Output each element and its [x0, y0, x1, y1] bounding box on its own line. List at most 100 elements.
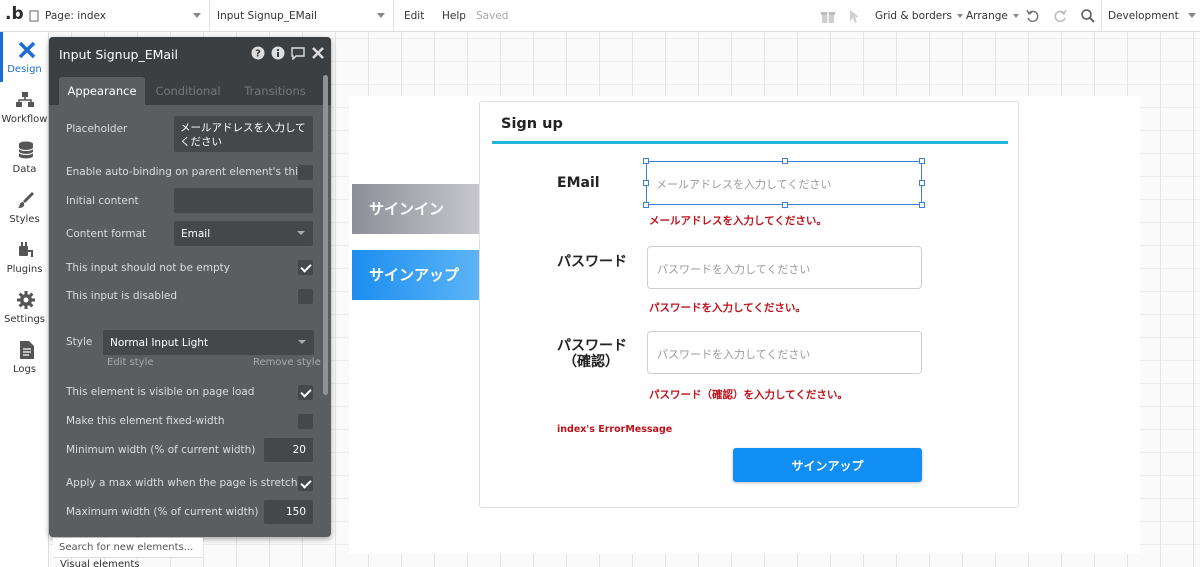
style-label: Style	[66, 336, 93, 348]
resize-handle[interactable]	[919, 180, 925, 186]
nav-workflow-label: Workflow	[1, 114, 48, 125]
help-menu[interactable]: Help	[442, 0, 466, 32]
initial-content-label: Initial content	[66, 195, 139, 207]
min-width-field[interactable]: 20	[264, 438, 313, 462]
gear-icon	[17, 291, 35, 309]
database-icon	[18, 141, 34, 159]
confirm-label: パスワード	[557, 338, 627, 354]
content-format-dropdown[interactable]: Email	[174, 221, 313, 246]
design-icon	[18, 41, 36, 59]
arrange-menu[interactable]: Arrange	[966, 0, 1019, 32]
visible-checkbox[interactable]	[298, 385, 313, 400]
resize-handle[interactable]	[643, 180, 649, 186]
page-select[interactable]: Page: index	[22, 0, 210, 32]
signup-side-button[interactable]: サインアップ	[352, 250, 479, 300]
redo-icon[interactable]	[1052, 8, 1068, 24]
info-icon[interactable]	[271, 46, 285, 60]
content-format-label: Content format	[66, 228, 147, 240]
resize-handle[interactable]	[643, 158, 649, 164]
autobinding-checkbox[interactable]	[298, 165, 313, 180]
chevron-down-icon	[193, 13, 201, 18]
nav-plugins[interactable]: Plugins	[0, 232, 49, 282]
tab-appearance[interactable]: Appearance	[59, 77, 145, 105]
resize-handle[interactable]	[919, 202, 925, 208]
nav-styles-label: Styles	[9, 214, 40, 225]
nav-settings[interactable]: Settings	[0, 282, 49, 332]
style-dropdown[interactable]: Normal Input Light	[103, 330, 314, 355]
disabled-label: This input is disabled	[66, 290, 178, 302]
page-select-label: Page: index	[45, 10, 107, 22]
max-width-label: Maximum width (% of current width)	[66, 506, 259, 518]
max-width-field[interactable]: 150	[264, 500, 313, 524]
comment-icon[interactable]	[291, 46, 305, 60]
chevron-down-icon	[298, 340, 306, 344]
grid-borders-menu[interactable]: Grid & borders	[875, 0, 964, 32]
max-width-apply-label: Apply a max width when the page is stret…	[66, 477, 311, 489]
property-editor-panel: Input Signup_EMail ? Appearance Conditio…	[49, 37, 331, 537]
remove-style-link[interactable]: Remove style	[253, 357, 321, 368]
nav-styles[interactable]: Styles	[0, 182, 49, 232]
grid-borders-label: Grid & borders	[875, 10, 953, 22]
saved-status: Saved	[476, 10, 509, 22]
email-input[interactable]: メールアドレスを入力してください	[646, 161, 922, 205]
error-message-text: index's ErrorMessage	[557, 424, 673, 435]
signup-submit-button[interactable]: サインアップ	[733, 448, 922, 482]
plug-icon	[19, 242, 33, 257]
signin-side-button[interactable]: サインイン	[352, 184, 479, 234]
resize-handle[interactable]	[782, 202, 788, 208]
arrange-label: Arrange	[966, 10, 1008, 22]
element-select[interactable]: Input Signup_EMail	[211, 0, 394, 32]
nav-logs-label: Logs	[12, 364, 37, 375]
tab-transitions[interactable]: Transitions	[237, 77, 313, 105]
resize-handle[interactable]	[782, 158, 788, 164]
environment-label: Development	[1108, 10, 1179, 22]
search-elements-input[interactable]: Search for new elements...	[53, 538, 203, 558]
bubble-logo[interactable]: .b	[5, 4, 24, 26]
password-label: パスワード	[557, 254, 627, 270]
close-icon[interactable]	[311, 46, 325, 60]
nav-logs[interactable]: Logs	[0, 332, 49, 382]
not-empty-checkbox[interactable]	[298, 260, 313, 275]
nav-workflow[interactable]: Workflow	[0, 82, 49, 132]
panel-scrollbar[interactable]	[323, 75, 328, 395]
confirm-password-input[interactable]: パスワードを入力してください	[647, 331, 922, 374]
resize-handle[interactable]	[643, 202, 649, 208]
initial-content-field[interactable]	[174, 188, 313, 213]
cursor-icon[interactable]	[847, 8, 863, 24]
help-icon[interactable]: ?	[251, 46, 265, 60]
chevron-down-icon	[297, 231, 305, 235]
panel-title: Input Signup_EMail	[59, 47, 179, 62]
element-select-label: Input Signup_EMail	[217, 10, 317, 22]
svg-text:?: ?	[255, 49, 261, 60]
gift-icon[interactable]	[820, 8, 836, 24]
environment-select[interactable]: Development	[1101, 0, 1200, 32]
tab-conditional[interactable]: Conditional	[150, 77, 226, 105]
nav-design[interactable]: Design	[0, 32, 49, 82]
nav-plugins-label: Plugins	[6, 264, 43, 275]
edit-style-link[interactable]: Edit style	[107, 357, 154, 368]
max-width-apply-checkbox[interactable]	[298, 476, 313, 491]
resize-handle[interactable]	[919, 158, 925, 164]
placeholder-field[interactable]: メールアドレスを入力してください	[174, 116, 313, 152]
nav-data[interactable]: Data	[0, 132, 49, 182]
workflow-icon	[16, 92, 34, 107]
placeholder-label: Placeholder	[66, 123, 128, 135]
left-navigation: Design Workflow Data Styles Plugins Sett…	[0, 32, 49, 567]
fixed-width-label: Make this element fixed-width	[66, 415, 225, 427]
visible-label: This element is visible on page load	[66, 386, 255, 398]
style-value: Normal Input Light	[110, 337, 209, 349]
undo-icon[interactable]	[1025, 8, 1041, 24]
confirm-label-sub: （確認）	[563, 354, 619, 370]
visual-elements-group[interactable]: Visual elements	[60, 559, 139, 567]
edit-menu[interactable]: Edit	[404, 0, 424, 32]
min-width-label: Minimum width (% of current width)	[66, 444, 256, 456]
search-icon[interactable]	[1080, 8, 1096, 24]
nav-data-label: Data	[12, 164, 37, 175]
chevron-down-icon	[377, 13, 385, 18]
fixed-width-checkbox[interactable]	[298, 414, 313, 429]
chevron-down-icon	[957, 14, 964, 18]
card-title: Sign up	[501, 116, 563, 132]
chevron-down-icon	[1188, 13, 1196, 18]
disabled-checkbox[interactable]	[298, 289, 313, 304]
password-input[interactable]: パスワードを入力してください	[647, 246, 922, 289]
